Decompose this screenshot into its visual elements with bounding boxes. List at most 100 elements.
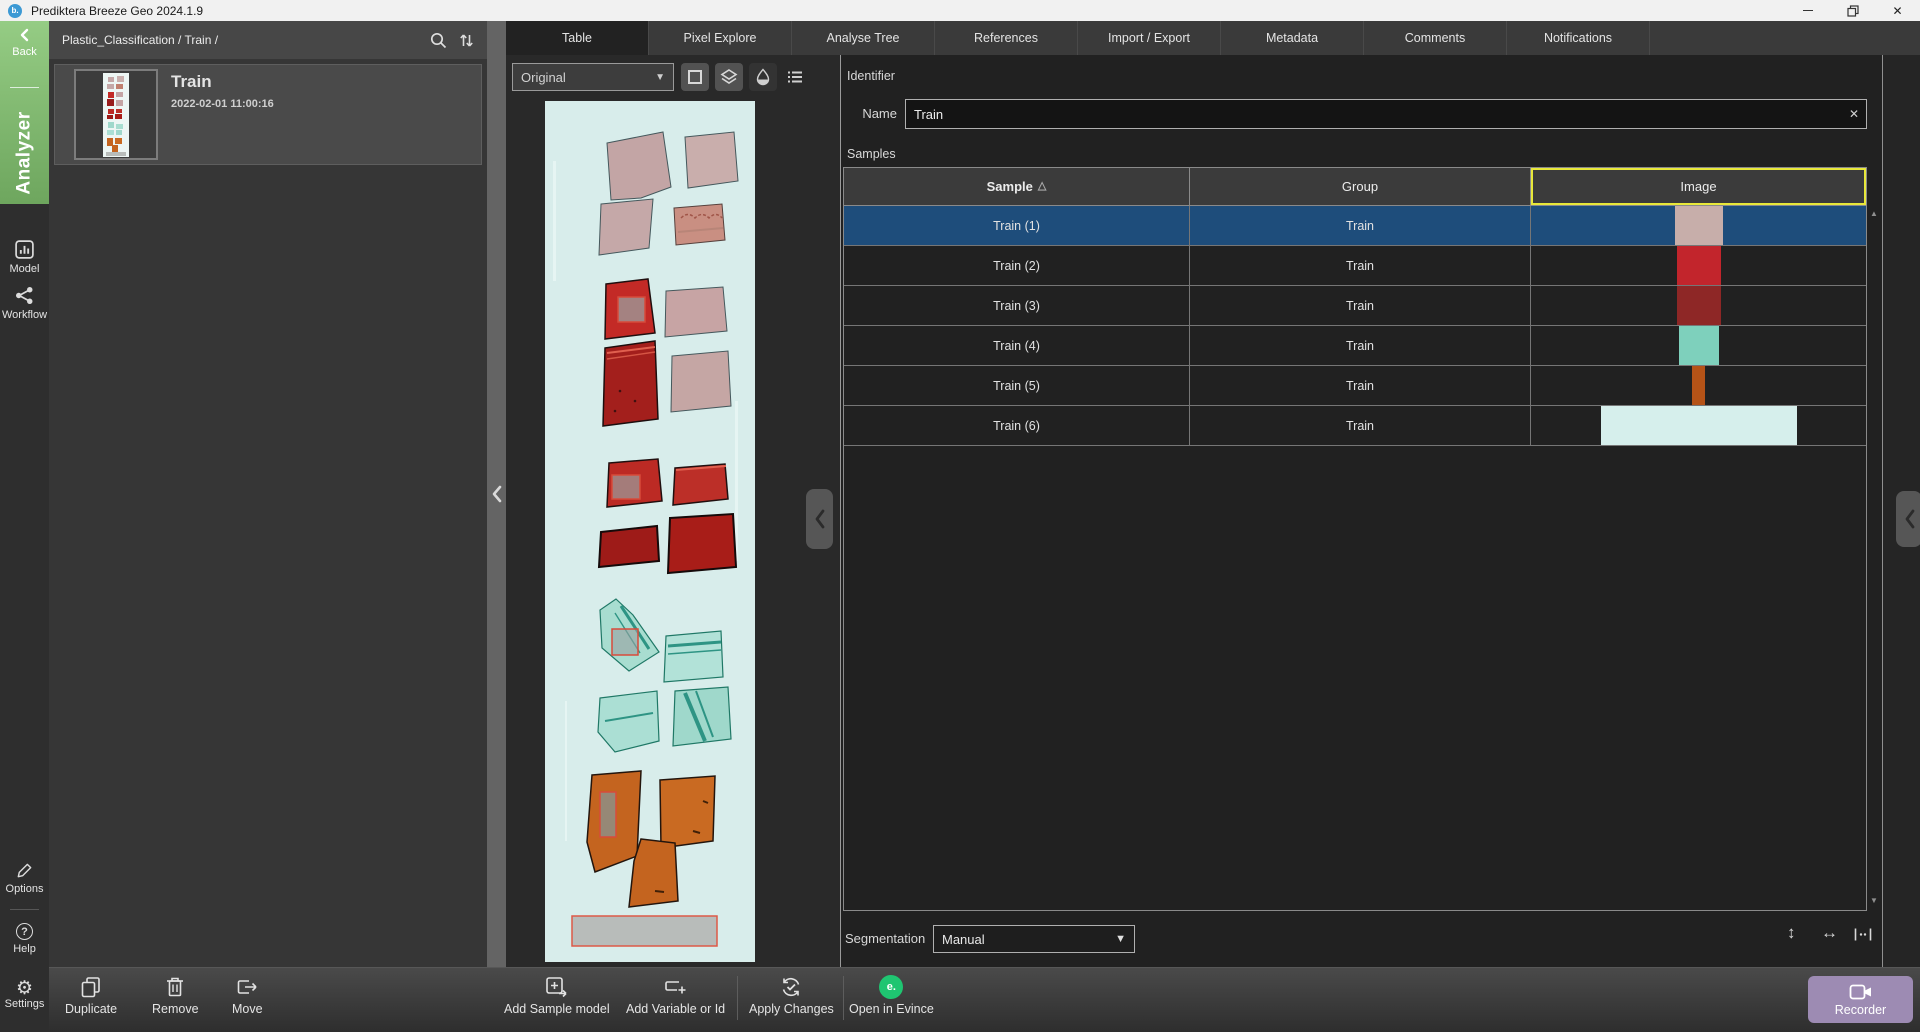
model-icon [0,239,49,260]
group-cell: Train [1190,286,1531,325]
viewer-collapse-handle[interactable] [806,489,833,549]
samples-table: Sample △ Group Image Train (1) Train Tra… [843,167,1867,911]
table-row[interactable]: Train (5) Train [844,366,1866,406]
bottom-toolbar: Duplicate Remove Move Add Sa [49,967,1920,1032]
open-in-evince-button[interactable]: e. Open in Evince [849,975,934,1016]
contrast-tool-button[interactable] [749,63,777,91]
item-timestamp: 2022-02-01 11:00:16 [171,98,274,110]
sample-image-thumbnail [1679,326,1719,365]
mode-indicator: Analyzer [0,97,49,209]
segmentation-select[interactable]: Manual ▼ [933,925,1135,953]
remove-label: Remove [152,1002,199,1016]
group-cell: Train [1190,366,1531,405]
breadcrumb[interactable]: Plastic_Classification / Train / [62,33,218,47]
sample-cell: Train (1) [844,206,1190,245]
display-mode-select[interactable]: Original ▼ [512,63,674,91]
group-cell: Train [1190,206,1531,245]
recorder-label: Recorder [1835,1003,1886,1017]
table-row[interactable]: Train (4) Train [844,326,1866,366]
tab-pixel-explore[interactable]: Pixel Explore [649,21,792,55]
table-row[interactable]: Train (1) Train [844,206,1866,246]
window-title: Prediktera Breeze Geo 2024.1.9 [31,4,203,18]
add-sample-model-button[interactable]: Add Sample model [504,975,610,1016]
add-variable-button[interactable]: Add Variable or Id [626,975,725,1016]
sample-cell: Train (4) [844,326,1190,365]
apply-changes-button[interactable]: Apply Changes [749,975,834,1016]
sidebar-item-help[interactable]: ? Help [0,923,49,955]
scroll-down-icon[interactable]: ▼ [1870,896,1878,905]
toolbar-divider [843,976,844,1020]
sidebar-item-settings[interactable]: ⚙ Settings [0,979,49,1010]
image-header-label: Image [1680,179,1716,194]
sample-cell: Train (6) [844,406,1190,445]
sidebar-item-options[interactable]: Options [0,861,49,895]
titlebar: b. Prediktera Breeze Geo 2024.1.9 ✕ [0,0,1920,21]
tab-references[interactable]: References [935,21,1078,55]
search-icon[interactable] [429,31,448,50]
fit-width-icon[interactable] [1853,927,1873,942]
table-header-row: Sample △ Group Image [844,168,1866,206]
browser-collapse-strip[interactable] [487,21,506,967]
sample-image-thumbnail [1677,286,1721,325]
sort-triangle-icon: △ [1038,179,1046,192]
add-sample-model-icon [544,975,570,999]
name-input[interactable] [905,99,1867,129]
layers-tool-button[interactable] [715,63,743,91]
selection-box-tool-button[interactable] [681,63,709,91]
duplicate-icon [79,975,103,999]
options-label: Options [6,883,44,895]
minimize-icon [1803,10,1813,11]
resize-rows-icon[interactable]: ↕ [1787,923,1796,943]
chevron-left-icon [1903,508,1916,530]
sample-header-label: Sample [987,179,1033,194]
add-variable-icon [663,975,689,999]
group-cell: Train [1190,406,1531,445]
recorder-button[interactable]: Recorder [1808,976,1913,1023]
tab-table[interactable]: Table [506,21,649,55]
sidebar-item-workflow[interactable]: Workflow [0,285,49,321]
back-button[interactable]: Back [0,27,49,58]
column-header-image[interactable]: Image [1531,168,1866,205]
sample-image-thumbnail [1692,366,1705,405]
list-item-train[interactable]: Train 2022-02-01 11:00:16 [54,64,482,165]
nav-rail-analyzer-section: Back Analyzer [0,21,49,204]
tab-notifications[interactable]: Notifications [1507,21,1650,55]
apply-changes-label: Apply Changes [749,1002,834,1016]
help-icon: ? [16,923,33,940]
tab-metadata[interactable]: Metadata [1221,21,1364,55]
group-header-label: Group [1342,179,1378,194]
app-window: b. Prediktera Breeze Geo 2024.1.9 ✕ Back [0,0,1920,1032]
scroll-up-icon[interactable]: ▲ [1870,209,1878,218]
sidebar-item-model[interactable]: Model [0,239,49,275]
group-cell: Train [1190,326,1531,365]
column-header-group[interactable]: Group [1190,168,1531,205]
sample-strip-image[interactable] [545,101,755,962]
trash-icon [164,975,186,999]
column-header-sample[interactable]: Sample △ [844,168,1190,205]
details-collapse-handle[interactable] [1896,491,1920,547]
resize-columns-icon[interactable]: ↔ [1821,923,1838,943]
evince-icon: e. [879,975,903,999]
minimize-button[interactable] [1785,0,1830,21]
table-row[interactable]: Train (3) Train [844,286,1866,326]
clear-name-icon[interactable]: ✕ [1845,105,1863,123]
duplicate-label: Duplicate [65,1002,117,1016]
close-button[interactable]: ✕ [1875,0,1920,21]
tab-analyse-tree[interactable]: Analyse Tree [792,21,935,55]
app-logo-icon: b. [8,4,22,18]
duplicate-button[interactable]: Duplicate [65,975,117,1016]
table-row[interactable]: Train (6) Train [844,406,1866,446]
restore-button[interactable] [1830,0,1875,21]
apply-changes-icon [778,975,804,999]
sort-icon[interactable] [458,31,475,50]
table-scrollbar[interactable]: ▲ ▼ [1868,167,1882,911]
tab-comments[interactable]: Comments [1364,21,1507,55]
list-view-button[interactable] [781,63,809,91]
open-in-evince-label: Open in Evince [849,1002,934,1016]
move-button[interactable]: Move [232,975,263,1016]
remove-button[interactable]: Remove [152,975,199,1016]
name-field-label: Name [845,99,897,129]
table-row[interactable]: Train (2) Train [844,246,1866,286]
tab-import-export[interactable]: Import / Export [1078,21,1221,55]
rail-divider [10,909,39,910]
